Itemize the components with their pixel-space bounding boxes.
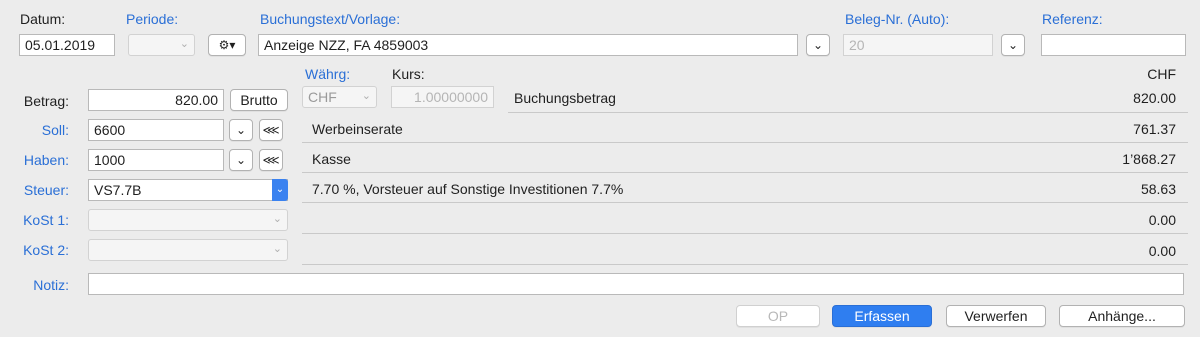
buchungstext-dropdown-button[interactable]: ⌄ <box>806 34 830 56</box>
haben-label: Haben: <box>23 152 69 168</box>
notiz-field[interactable] <box>88 273 1184 295</box>
share-icon: ⋘ <box>262 123 280 137</box>
divider <box>302 142 1188 143</box>
belegnr-dropdown-button[interactable]: ⌄ <box>1001 34 1025 56</box>
kost2-label: KoSt 2: <box>23 242 69 258</box>
waehrung-select[interactable]: CHF ⌄ <box>302 86 377 108</box>
erfassen-button[interactable]: Erfassen <box>832 305 932 327</box>
chf-header: CHF <box>1147 66 1176 82</box>
periode-select[interactable]: ⌄ <box>128 34 195 56</box>
kost1-select[interactable]: ⌄ <box>88 209 288 231</box>
gear-icon: ⚙▾ <box>218 38 236 52</box>
kost1-label: KoSt 1: <box>23 212 69 228</box>
belegnr-field[interactable]: 20 <box>843 34 993 56</box>
belegnr-label: Beleg-Nr. (Auto): <box>845 11 950 27</box>
betrag-label: Betrag: <box>23 93 69 109</box>
kurs-label: Kurs: <box>392 66 425 82</box>
soll-label: Soll: <box>41 122 69 138</box>
soll-dropdown-button[interactable]: ⌄ <box>229 119 253 141</box>
kost2-select[interactable]: ⌄ <box>88 239 288 261</box>
detail-text: Buchungsbetrag <box>514 90 616 106</box>
chevron-down-icon: ⌄ <box>235 153 247 167</box>
buchungstext-label: Buchungstext/Vorlage: <box>260 11 401 27</box>
steuer-value: VS7.7B <box>94 182 142 198</box>
brutto-button[interactable]: Brutto <box>230 89 288 111</box>
steuer-label: Steuer: <box>23 182 69 198</box>
detail-amount: 820.00 <box>1133 90 1176 106</box>
detail-text: Werbeinserate <box>312 121 403 137</box>
detail-amount: 58.63 <box>1140 181 1176 197</box>
haben-field[interactable]: 1000 <box>88 149 224 171</box>
kurs-field[interactable]: 1.00000000 <box>391 86 494 108</box>
periode-label: Periode: <box>126 11 179 27</box>
chevron-down-icon: ⌄ <box>272 213 282 225</box>
waehrung-value: CHF <box>308 89 337 105</box>
divider <box>508 112 1188 113</box>
chevron-down-icon: ⌄ <box>235 123 247 137</box>
detail-text: 7.70 %, Vorsteuer auf Sonstige Investiti… <box>312 181 624 197</box>
soll-share-button[interactable]: ⋘ <box>259 119 283 141</box>
divider <box>302 202 1188 203</box>
referenz-label: Referenz: <box>1042 11 1103 27</box>
datum-label: Datum: <box>20 11 66 27</box>
detail-amount: 1’868.27 <box>1122 151 1176 167</box>
haben-dropdown-button[interactable]: ⌄ <box>229 149 253 171</box>
datum-field[interactable]: 05.01.2019 <box>19 34 115 56</box>
chevron-down-icon: ⌄ <box>361 90 371 102</box>
chevron-down-icon: ⌄ <box>272 243 282 255</box>
chevron-down-icon: ⌄ <box>1007 38 1019 52</box>
anhaenge-button[interactable]: Anhänge... <box>1059 305 1185 327</box>
betrag-field[interactable]: 820.00 <box>88 89 224 111</box>
notiz-label: Notiz: <box>33 277 69 293</box>
soll-field[interactable]: 6600 <box>88 119 224 141</box>
buchungstext-field[interactable]: Anzeige NZZ, FA 4859003 <box>258 34 798 56</box>
detail-amount: 0.00 <box>1148 243 1176 259</box>
steuer-select[interactable]: VS7.7B ⌄ <box>88 179 288 201</box>
divider <box>302 172 1188 173</box>
verwerfen-button[interactable]: Verwerfen <box>946 305 1046 327</box>
detail-amount: 0.00 <box>1148 212 1176 228</box>
divider <box>302 233 1188 234</box>
divider <box>302 264 1188 265</box>
detail-text: Kasse <box>312 151 351 167</box>
referenz-field[interactable] <box>1041 34 1186 56</box>
op-button[interactable]: OP <box>736 305 820 327</box>
chevron-down-icon: ⌄ <box>179 38 189 50</box>
waehrung-label: Währg: <box>305 66 351 82</box>
share-icon: ⋘ <box>262 153 280 167</box>
settings-menu-button[interactable]: ⚙▾ <box>208 34 246 56</box>
chevron-down-icon: ⌄ <box>812 38 824 52</box>
haben-share-button[interactable]: ⋘ <box>259 149 283 171</box>
detail-amount: 761.37 <box>1133 121 1176 137</box>
chevron-down-icon: ⌄ <box>272 179 288 201</box>
